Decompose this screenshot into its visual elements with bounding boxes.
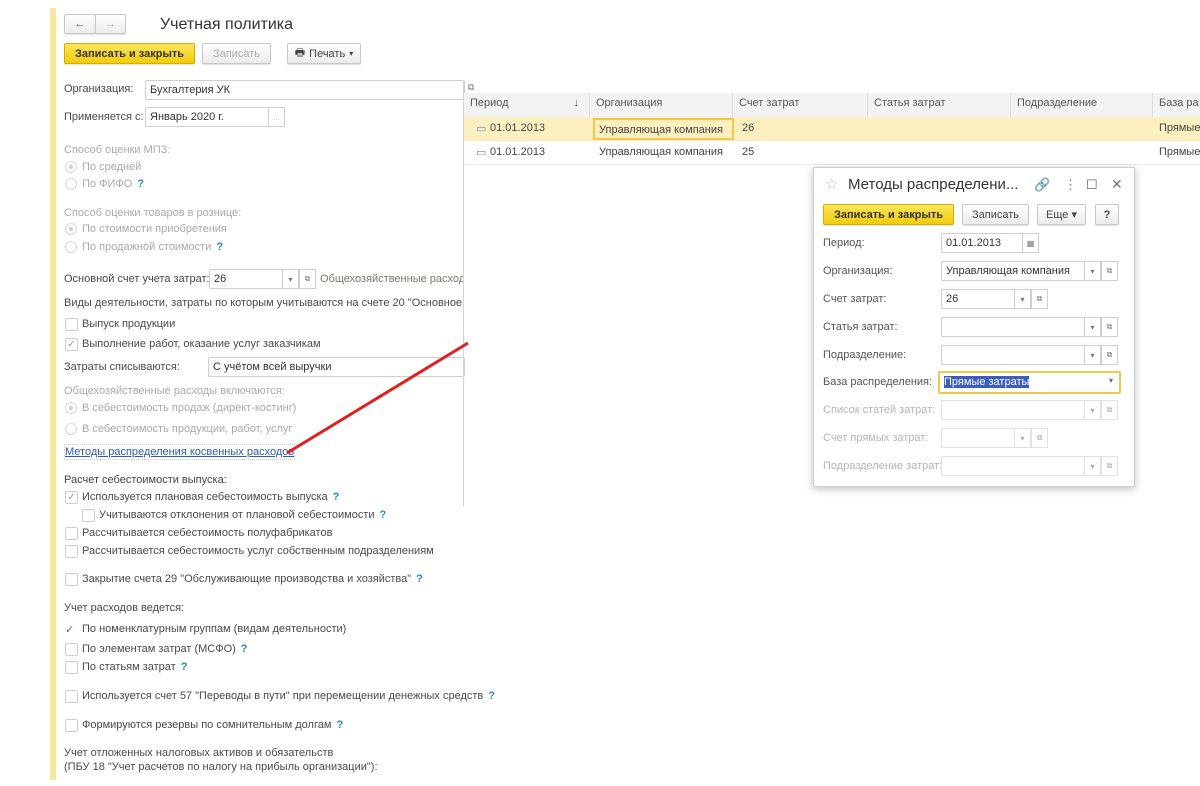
star-icon[interactable]: ☆ (825, 175, 838, 193)
open-icon[interactable]: ⧉ (1101, 317, 1118, 337)
dept-select[interactable] (941, 345, 1085, 365)
open-icon[interactable]: ⧉ (1101, 456, 1118, 476)
dropdown-icon[interactable]: ▾ (1084, 261, 1101, 281)
link-icon[interactable]: 🔗 (1034, 177, 1050, 193)
dropdown-icon[interactable]: ▾ (1014, 428, 1031, 448)
calendar-icon[interactable]: ▦ (1022, 233, 1039, 253)
dropdown-icon[interactable]: ▾ (1084, 400, 1101, 420)
close-icon[interactable]: ✕ (1111, 176, 1123, 193)
base-selected-text: Прямые затраты (944, 376, 1030, 388)
dropdown-icon[interactable]: ▾ (1084, 456, 1101, 476)
items-list-select[interactable] (941, 400, 1085, 420)
dropdown-icon[interactable]: ▾ (1084, 317, 1101, 337)
field-label: Подразделение: (823, 349, 907, 361)
open-icon[interactable]: ⧉ (1101, 261, 1118, 281)
more-vert-icon[interactable]: ⋮ (1064, 177, 1077, 193)
dropdown-icon[interactable]: ▾ (1109, 376, 1113, 385)
field-label: Счет затрат: (823, 293, 887, 305)
field-label: Статья затрат: (823, 321, 898, 333)
dropdown-icon[interactable]: ▾ (1014, 289, 1031, 309)
account-select[interactable]: 26 (941, 289, 1015, 309)
dropdown-icon[interactable]: ▾ (1084, 345, 1101, 365)
field-label: Список статей затрат: (823, 404, 936, 416)
period-input[interactable]: 01.01.2013 (941, 233, 1023, 253)
org-select[interactable]: Управляющая компания (941, 261, 1085, 281)
field-label: Период: (823, 237, 865, 249)
open-icon[interactable]: ⧉ (1101, 400, 1118, 420)
direct-account-select[interactable] (941, 428, 1015, 448)
open-icon[interactable]: ⧉ (1031, 428, 1048, 448)
cost-dept-select[interactable] (941, 456, 1085, 476)
dialog-save-close-button[interactable]: Записать и закрыть (823, 204, 954, 225)
item-select[interactable] (941, 317, 1085, 337)
base-select[interactable]: Прямые затраты ▾ (938, 371, 1121, 394)
dialog-save-button[interactable]: Записать (962, 204, 1029, 225)
field-label: Организация: (823, 265, 893, 277)
field-label: Подразделение затрат: (823, 460, 943, 472)
dialog-more-button[interactable]: Еще ▾ (1037, 204, 1086, 225)
maximize-icon[interactable]: ☐ (1086, 177, 1098, 193)
dialog-help-button[interactable]: ? (1095, 204, 1119, 225)
open-icon[interactable]: ⧉ (1101, 345, 1118, 365)
dialog-title: Методы распределени... (848, 176, 1019, 193)
open-icon[interactable]: ⧉ (1031, 289, 1048, 309)
field-label: База распределения: (823, 376, 933, 388)
field-label: Счет прямых затрат: (823, 432, 929, 444)
